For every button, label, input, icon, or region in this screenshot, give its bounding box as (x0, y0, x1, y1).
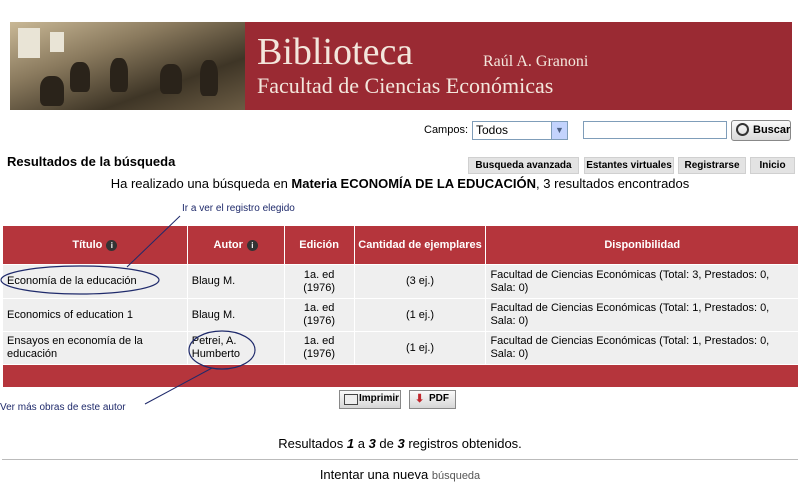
page-title: Resultados de la búsqueda (7, 154, 176, 169)
column-header-availability: Disponibilidad (485, 225, 799, 265)
row-edition: 1a. ed (1976) (283, 331, 355, 365)
row-copies: (1 ej.) (353, 298, 487, 332)
annotation-more-by-author: Ver más obras de este autor (0, 402, 126, 413)
chevron-down-icon[interactable]: ▼ (551, 122, 567, 139)
row-title-link[interactable]: Ensayos en economía de la educación (2, 331, 188, 365)
row-author-link[interactable]: Blaug M. (186, 298, 285, 332)
magnifier-icon (736, 123, 749, 136)
library-title: Biblioteca (257, 31, 414, 73)
row-availability: Facultad de Ciencias Económicas (Total: … (485, 264, 799, 299)
column-header-title[interactable]: Título i (2, 225, 188, 265)
table-footer-bar (2, 364, 799, 388)
row-title-link[interactable]: Economics of education 1 (2, 298, 188, 332)
summary-suffix: , 3 resultados encontrados (536, 176, 690, 191)
row-availability: Facultad de Ciencias Económicas (Total: … (485, 298, 799, 332)
table-row: Ensayos en economía de la educación Petr… (2, 331, 799, 365)
row-copies: (1 ej.) (353, 331, 487, 365)
sort-info-icon[interactable]: i (246, 239, 258, 251)
campos-select[interactable]: Todos ▼ (472, 121, 568, 140)
sort-info-icon[interactable]: i (106, 239, 118, 251)
new-search-line: Intentar una nueva búsqueda (0, 467, 800, 482)
library-subtitle: Raúl A. Granoni (483, 53, 589, 70)
results-mid: a (354, 436, 369, 451)
pdf-icon: ⬇ (415, 393, 425, 405)
table-footer-row (2, 364, 799, 388)
row-author-link[interactable]: Petrei, A. Humberto (186, 331, 285, 365)
summary-prefix: Ha realizado una búsqueda en (110, 176, 292, 191)
results-to: 3 (368, 436, 376, 451)
row-title-link[interactable]: Economía de la educación (2, 264, 188, 299)
campos-select-value: Todos (476, 123, 509, 137)
row-edition: 1a. ed (1976) (283, 298, 355, 332)
pdf-button-label: PDF (429, 393, 449, 404)
results-suffix: registros obtenidos. (404, 436, 522, 451)
row-copies: (3 ej.) (353, 264, 487, 299)
results-of: de (375, 436, 398, 451)
search-summary: Ha realizado una búsqueda en Materia ECO… (0, 176, 800, 191)
virtual-shelves-button[interactable]: Estantes virtuales (584, 157, 674, 174)
row-author-link[interactable]: Blaug M. (186, 264, 285, 299)
home-button[interactable]: Inicio (750, 157, 795, 174)
column-header-copies: Cantidad de ejemplares (353, 225, 487, 265)
column-header-author[interactable]: Autor i (186, 225, 285, 265)
results-prefix: Resultados (278, 436, 347, 451)
campos-label: Campos: (424, 124, 469, 136)
summary-subject: Materia ECONOMÍA DE LA EDUCACIÓN (291, 176, 537, 191)
results-table: Título i Autor i Edición Cantidad de ejemp… (2, 225, 799, 388)
column-header-edition: Edición (283, 225, 355, 265)
print-button-label: Imprimir (359, 393, 400, 404)
new-search-prefix: Intentar una nueva (319, 467, 432, 482)
register-button[interactable]: Registrarse (678, 157, 746, 174)
annotation-go-to-record: Ir a ver el registro elegido (182, 203, 295, 214)
search-input[interactable] (583, 121, 727, 139)
library-photo (10, 22, 245, 110)
printer-icon (344, 394, 358, 405)
column-header-title-label: Título (72, 239, 103, 251)
table-row: Economics of education 1 Blaug M. 1a. ed… (2, 298, 799, 332)
table-header-row: Título i Autor i Edición Cantidad de ejemp… (2, 225, 799, 265)
column-header-author-label: Autor (213, 239, 243, 251)
results-from: 1 (346, 436, 355, 451)
row-edition: 1a. ed (1976) (283, 264, 355, 299)
results-count: Resultados 1 a 3 de 3 registros obtenido… (0, 436, 800, 451)
print-button[interactable]: Imprimir (339, 390, 401, 409)
advanced-search-button[interactable]: Busqueda avanzada (468, 157, 579, 174)
library-banner: Biblioteca Raúl A. Granoni Facultad de C… (10, 22, 792, 110)
new-search-link[interactable]: búsqueda (432, 470, 480, 482)
search-button[interactable]: Buscar (731, 120, 791, 141)
faculty-name: Facultad de Ciencias Económicas (257, 73, 554, 98)
row-availability: Facultad de Ciencias Económicas (Total: … (485, 331, 799, 365)
results-total: 3 (397, 436, 405, 451)
table-row: Economía de la educación Blaug M. 1a. ed… (2, 264, 799, 299)
pdf-button[interactable]: ⬇ PDF (409, 390, 456, 409)
search-button-label: Buscar (753, 124, 791, 136)
divider (2, 459, 798, 460)
